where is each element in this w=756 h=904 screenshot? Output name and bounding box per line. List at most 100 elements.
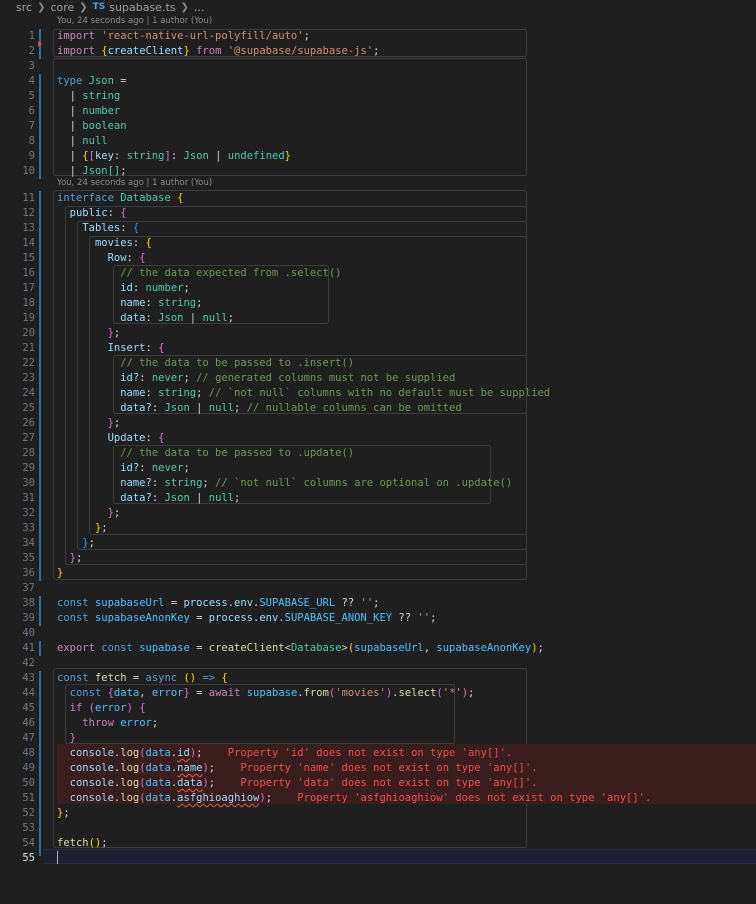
line-number[interactable]: 51	[0, 791, 35, 806]
line-number[interactable]: 1	[0, 29, 35, 44]
breadcrumb-item-symbols[interactable]: ...	[194, 1, 205, 14]
line-number[interactable]: 3	[0, 59, 35, 74]
code-line-45[interactable]: if (error) {	[57, 701, 146, 716]
line-number[interactable]: 5	[0, 89, 35, 104]
code-line-38[interactable]: const supabaseUrl = process.env.SUPABASE…	[57, 596, 380, 611]
code-line-4[interactable]: type Json =	[57, 74, 127, 89]
code-line-46[interactable]: throw error;	[57, 716, 158, 731]
line-number[interactable]: 12	[0, 206, 35, 221]
code-line-20[interactable]: };	[57, 326, 121, 341]
git-modified-marker[interactable]	[39, 671, 41, 856]
code-line-9[interactable]: | {[key: string]: Json | undefined}	[57, 149, 291, 164]
code-line-14[interactable]: movies: {	[57, 236, 152, 251]
code-line-23[interactable]: id?: never; // generated columns must no…	[57, 371, 455, 386]
code-line-35[interactable]: };	[57, 551, 83, 566]
git-modified-marker[interactable]	[39, 74, 41, 179]
code-line-16[interactable]: // the data expected from .select()	[57, 266, 341, 281]
code-line-51[interactable]: console.log(data.asfghioaghiow); Propert…	[57, 791, 652, 806]
line-number[interactable]: 4	[0, 74, 35, 89]
code-line-32[interactable]: };	[57, 506, 121, 521]
code-line-47[interactable]: }	[57, 731, 76, 746]
line-number[interactable]: 50	[0, 776, 35, 791]
line-number[interactable]: 43	[0, 671, 35, 686]
line-number[interactable]: 33	[0, 521, 35, 536]
code-line-44[interactable]: const {data, error} = await supabase.fro…	[57, 686, 475, 701]
line-number[interactable]: 26	[0, 416, 35, 431]
code-line-52[interactable]: };	[57, 806, 70, 821]
line-number[interactable]: 38	[0, 596, 35, 611]
code-line-18[interactable]: name: string;	[57, 296, 202, 311]
git-modified-marker[interactable]	[39, 641, 41, 656]
line-number[interactable]: 24	[0, 386, 35, 401]
code-line-29[interactable]: id?: never;	[57, 461, 190, 476]
line-number[interactable]: 11	[0, 191, 35, 206]
code-line-24[interactable]: name: string; // `not null` columns with…	[57, 386, 550, 401]
code-line-19[interactable]: data: Json | null;	[57, 311, 234, 326]
line-number[interactable]: 45	[0, 701, 35, 716]
line-number[interactable]: 46	[0, 716, 35, 731]
code-line-30[interactable]: name?: string; // `not null` columns are…	[57, 476, 512, 491]
line-number[interactable]: 53	[0, 821, 35, 836]
code-line-34[interactable]: };	[57, 536, 95, 551]
breadcrumb-item-core[interactable]: core	[50, 1, 74, 14]
code-line-12[interactable]: public: {	[57, 206, 127, 221]
line-number[interactable]: 55	[0, 851, 35, 866]
codelens-author[interactable]: You, 24 seconds ago | 1 author (You)	[57, 14, 212, 28]
code-line-48[interactable]: console.log(data.id); Property 'id' does…	[57, 746, 513, 761]
line-number[interactable]: 34	[0, 536, 35, 551]
line-number[interactable]: 35	[0, 551, 35, 566]
line-number[interactable]: 20	[0, 326, 35, 341]
code-line-15[interactable]: Row: {	[57, 251, 146, 266]
line-number[interactable]: 40	[0, 626, 35, 641]
line-number[interactable]: 8	[0, 134, 35, 149]
code-line-27[interactable]: Update: {	[57, 431, 165, 446]
code-line-17[interactable]: id: number;	[57, 281, 190, 296]
line-number[interactable]: 21	[0, 341, 35, 356]
code-line-1[interactable]: import 'react-native-url-polyfill/auto';	[57, 29, 310, 44]
line-number[interactable]: 25	[0, 401, 35, 416]
code-line-49[interactable]: console.log(data.name); Property 'name' …	[57, 761, 538, 776]
code-line-13[interactable]: Tables: {	[57, 221, 139, 236]
code-line-7[interactable]: | boolean	[57, 119, 127, 134]
code-line-25[interactable]: data?: Json | null; // nullable columns …	[57, 401, 461, 416]
line-number[interactable]: 17	[0, 281, 35, 296]
code-line-21[interactable]: Insert: {	[57, 341, 165, 356]
line-number[interactable]: 54	[0, 836, 35, 851]
code-line-39[interactable]: const supabaseAnonKey = process.env.SUPA…	[57, 611, 436, 626]
line-number[interactable]: 14	[0, 236, 35, 251]
code-line-2[interactable]: import {createClient} from '@supabase/su…	[57, 44, 379, 59]
code-line-33[interactable]: };	[57, 521, 108, 536]
line-number[interactable]: 6	[0, 104, 35, 119]
code-line-6[interactable]: | number	[57, 104, 121, 119]
code-line-26[interactable]: };	[57, 416, 121, 431]
line-number[interactable]: 16	[0, 266, 35, 281]
code-line-10[interactable]: | Json[];	[57, 164, 127, 179]
code-line-54[interactable]: fetch();	[57, 836, 108, 851]
line-number[interactable]: 47	[0, 731, 35, 746]
line-number[interactable]: 7	[0, 119, 35, 134]
code-line-36[interactable]: }	[57, 566, 63, 581]
breadcrumb-item-file[interactable]: supabase.ts	[109, 1, 175, 14]
line-number[interactable]: 31	[0, 491, 35, 506]
line-number[interactable]: 39	[0, 611, 35, 626]
line-number[interactable]: 36	[0, 566, 35, 581]
breadcrumb-item-src[interactable]: src	[16, 1, 32, 14]
line-number[interactable]: 10	[0, 164, 35, 179]
line-number[interactable]: 44	[0, 686, 35, 701]
code-line-31[interactable]: data?: Json | null;	[57, 491, 240, 506]
line-number[interactable]: 18	[0, 296, 35, 311]
line-number[interactable]: 32	[0, 506, 35, 521]
code-line-50[interactable]: console.log(data.data); Property 'data' …	[57, 776, 538, 791]
line-number[interactable]: 48	[0, 746, 35, 761]
code-line-22[interactable]: // the data to be passed to .insert()	[57, 356, 354, 371]
line-number[interactable]: 49	[0, 761, 35, 776]
code-line-43[interactable]: const fetch = async () => {	[57, 671, 228, 686]
line-number[interactable]: 27	[0, 431, 35, 446]
line-number[interactable]: 52	[0, 806, 35, 821]
line-number[interactable]: 41	[0, 641, 35, 656]
code-line-11[interactable]: interface Database {	[57, 191, 183, 206]
line-number[interactable]: 13	[0, 221, 35, 236]
line-number[interactable]: 15	[0, 251, 35, 266]
line-number[interactable]: 37	[0, 581, 35, 596]
line-number[interactable]: 23	[0, 371, 35, 386]
